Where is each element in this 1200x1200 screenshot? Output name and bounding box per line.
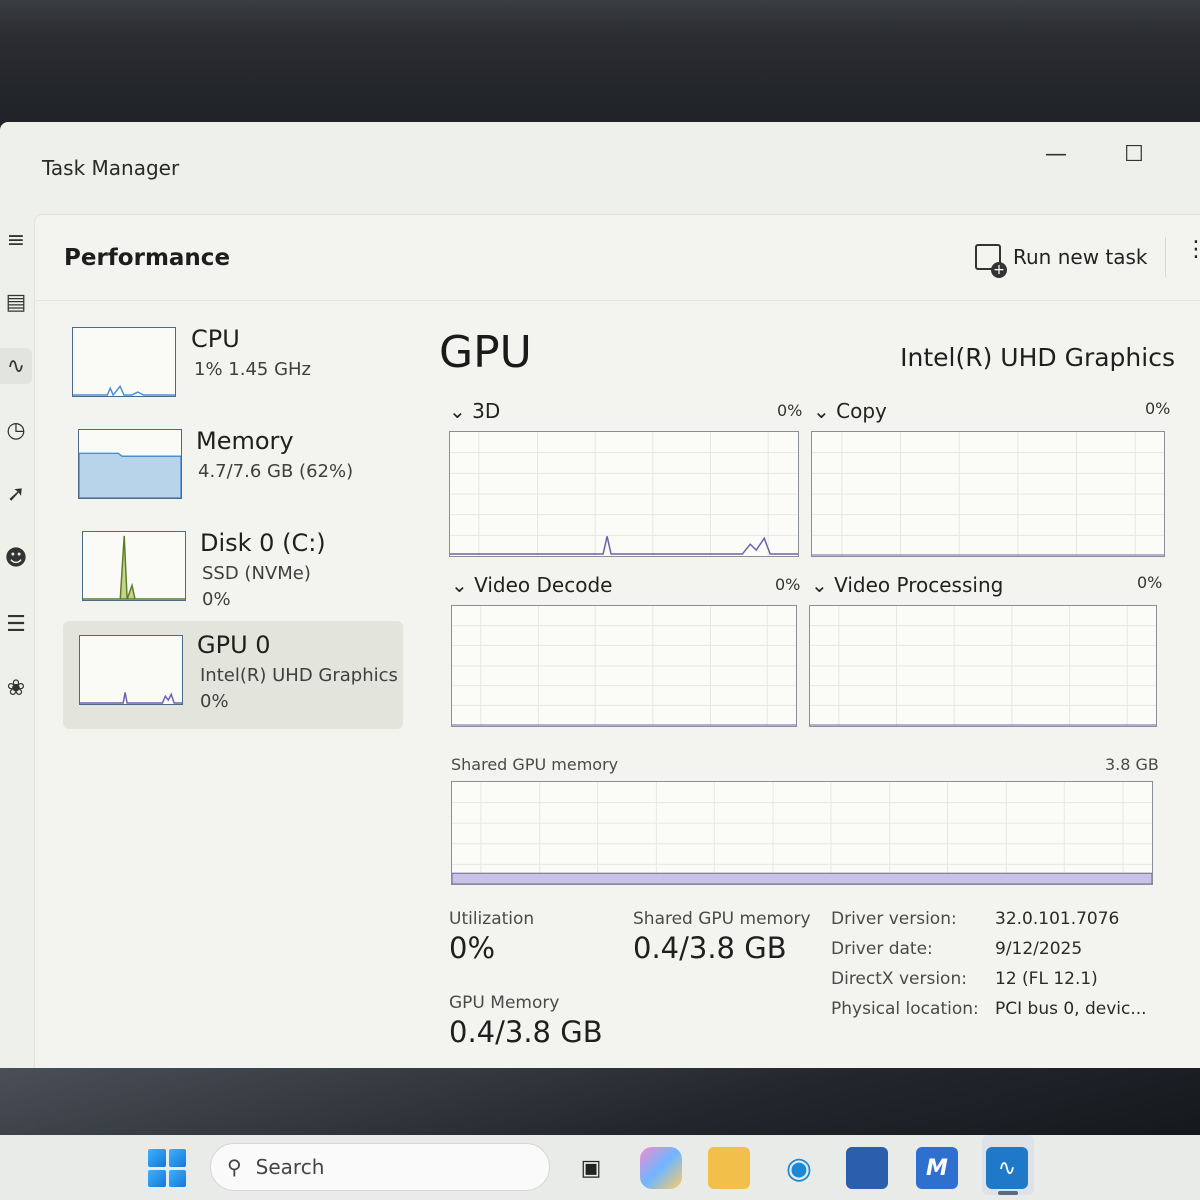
performance-panel: Performance Run new task ⋮ CPU 1% 1.45 G…: [34, 214, 1200, 1068]
startup-apps-icon[interactable]: ➚: [0, 476, 32, 512]
device-item-disk[interactable]: Disk 0 (C:) SSD (NVMe) 0%: [63, 519, 403, 627]
device-item-memory[interactable]: Memory 4.7/7.6 GB (62%): [63, 417, 403, 525]
edge-browser-icon[interactable]: ◉: [778, 1147, 820, 1189]
device-item-gpu[interactable]: GPU 0 Intel(R) UHD Graphics 0%: [63, 621, 403, 729]
title-bar: Task Manager — ☐: [0, 122, 1200, 212]
desktop-background-bottom: [0, 1065, 1200, 1135]
device-name: CPU: [191, 325, 240, 353]
memory-thumbnail-graph: [78, 429, 182, 499]
driver-version-label: Driver version:: [831, 909, 957, 929]
shared-memory-graph: [451, 781, 1153, 885]
performance-icon[interactable]: ∿: [0, 348, 32, 384]
taskbar-search[interactable]: ⚲ Search: [210, 1143, 550, 1191]
maximize-button[interactable]: ☐: [1114, 134, 1154, 174]
task-manager-window: Task Manager — ☐ ≡ ▤ ∿ ◷ ➚ ☻ ☰ ❀ ⚙ Perfo…: [0, 122, 1200, 1137]
task-view-icon[interactable]: ▣: [570, 1147, 612, 1189]
utilization-value: 0%: [449, 931, 496, 965]
desktop-background-top: [0, 0, 1200, 125]
run-new-task-button[interactable]: Run new task: [975, 239, 1148, 278]
engine-copy-selector[interactable]: ⌄ Copy: [813, 399, 887, 423]
engine-copy-percent: 0%: [1145, 399, 1171, 418]
search-placeholder: Search: [255, 1155, 325, 1179]
directx-version-label: DirectX version:: [831, 969, 967, 989]
engine-video-processing-percent: 0%: [1137, 573, 1163, 592]
shared-memory-graph-max: 3.8 GB: [1105, 755, 1159, 774]
microsoft-store-icon[interactable]: [846, 1147, 888, 1189]
engine-video-processing-graph: [809, 605, 1157, 727]
engine-3d-selector[interactable]: ⌄ 3D: [449, 399, 500, 423]
gpu-memory-value: 0.4/3.8 GB: [449, 1015, 603, 1049]
menu-icon[interactable]: ≡: [0, 222, 32, 258]
window-title: Task Manager: [42, 156, 180, 180]
device-usage: 0%: [202, 589, 231, 610]
run-task-icon: [975, 244, 1007, 278]
navigation-rail: ≡ ▤ ∿ ◷ ➚ ☻ ☰ ❀ ⚙: [0, 212, 38, 1137]
processes-icon[interactable]: ▤: [0, 284, 32, 320]
task-manager-taskbar-icon[interactable]: ∿: [986, 1147, 1028, 1189]
device-name: Memory: [196, 427, 294, 455]
cpu-thumbnail-graph: [72, 327, 176, 397]
driver-date-label: Driver date:: [831, 939, 933, 959]
shared-memory-value: 0.4/3.8 GB: [633, 931, 787, 965]
engine-video-decode-selector[interactable]: ⌄ Video Decode: [451, 573, 612, 597]
gpu-thumbnail-graph: [79, 635, 183, 705]
gpu-memory-label: GPU Memory: [449, 993, 560, 1013]
more-options-icon[interactable]: ⋮: [1185, 237, 1200, 262]
gpu-heading: GPU: [439, 327, 532, 378]
utilization-label: Utilization: [449, 909, 535, 929]
physical-location-value: PCI bus 0, devic...: [995, 999, 1147, 1019]
taskbar: ⚲ Search ▣ ◉ M ∿: [0, 1135, 1200, 1200]
copilot-icon[interactable]: [640, 1147, 682, 1189]
device-model: Intel(R) UHD Graphics: [200, 665, 398, 686]
device-type: SSD (NVMe): [202, 563, 311, 584]
windows-start-icon[interactable]: [148, 1149, 186, 1187]
shared-memory-label: Shared GPU memory: [633, 909, 811, 929]
device-usage: 1% 1.45 GHz: [194, 359, 312, 380]
file-explorer-icon[interactable]: [708, 1147, 750, 1189]
services-icon[interactable]: ❀: [0, 670, 32, 706]
page-title: Performance: [64, 245, 231, 271]
engine-video-decode-graph: [451, 605, 797, 727]
gpu-model-name: Intel(R) UHD Graphics: [900, 343, 1175, 372]
users-icon[interactable]: ☻: [0, 540, 32, 576]
device-usage: 4.7/7.6 GB (62%): [198, 461, 354, 482]
device-usage: 0%: [200, 691, 229, 712]
engine-video-decode-percent: 0%: [775, 575, 801, 594]
minimize-button[interactable]: —: [1036, 134, 1076, 174]
details-icon[interactable]: ☰: [0, 606, 32, 642]
device-name: GPU 0: [197, 631, 271, 659]
search-icon: ⚲: [227, 1155, 242, 1179]
directx-version-value: 12 (FL 12.1): [995, 969, 1098, 989]
app-icon[interactable]: M: [916, 1147, 958, 1189]
settings-icon[interactable]: ⚙: [18, 1112, 38, 1137]
engine-copy-graph: [811, 431, 1165, 557]
engine-3d-graph: [449, 431, 799, 557]
disk-thumbnail-graph: [82, 531, 186, 601]
driver-date-value: 9/12/2025: [995, 939, 1083, 959]
engine-3d-percent: 0%: [777, 401, 803, 420]
device-item-cpu[interactable]: CPU 1% 1.45 GHz: [63, 315, 403, 423]
shared-memory-graph-label: Shared GPU memory: [451, 755, 619, 774]
panel-header: Performance Run new task ⋮: [35, 215, 1200, 301]
app-history-icon[interactable]: ◷: [0, 412, 32, 448]
driver-version-value: 32.0.101.7076: [995, 909, 1120, 929]
engine-video-processing-selector[interactable]: ⌄ Video Processing: [811, 573, 1003, 597]
active-app-indicator: [998, 1191, 1018, 1195]
header-divider: [1165, 237, 1166, 277]
physical-location-label: Physical location:: [831, 999, 979, 1019]
run-task-label: Run new task: [1013, 245, 1148, 269]
device-name: Disk 0 (C:): [200, 529, 326, 557]
